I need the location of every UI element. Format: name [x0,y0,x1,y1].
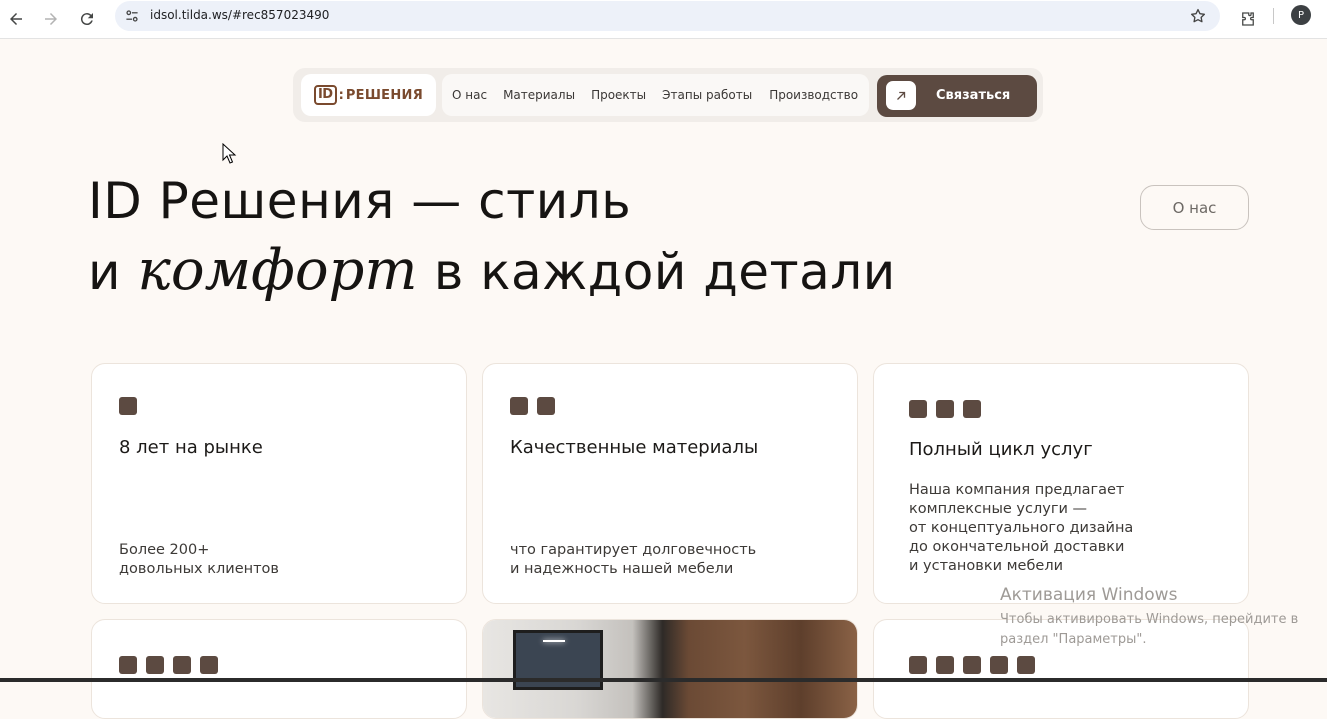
nav-link-materials[interactable]: Материалы [503,88,575,102]
mouse-cursor-icon [222,143,237,164]
windows-activation-line: Чтобы активировать Windows, перейдите в [1000,612,1299,627]
square-marker [909,656,927,674]
card-text-line: Более 200+ [119,542,210,558]
contact-button-label: Связаться [936,88,1011,103]
square-marker [537,397,555,415]
interior-photo-card [482,619,858,719]
card-squares [119,656,218,674]
square-marker [963,400,981,418]
site-navigation: ID : РЕШЕНИЯ О нас Материалы Проекты Эта… [293,68,1043,122]
hero-word-and: и [88,243,121,301]
browser-toolbar: idsol.tilda.ws/#rec857023490 P [0,0,1327,39]
card-text: Более 200+ довольных клиентов [119,541,419,579]
bookmark-star-icon[interactable] [1188,6,1208,26]
profile-avatar[interactable]: P [1291,5,1311,25]
card-text-line: комплексные услуги — [909,501,1087,517]
reload-button[interactable] [74,6,100,32]
card-text-line: и установки мебели [909,558,1064,574]
nav-links: О нас Материалы Проекты Этапы работы Про… [442,74,869,116]
feature-card-materials: Качественные материалы что гарантирует д… [482,363,858,604]
hero-italic-word: комфорт [137,238,418,303]
card-title: Полный цикл услуг [909,439,1093,460]
card-text-line: довольных клиентов [119,561,279,577]
feature-card-row2-1 [91,619,467,719]
reload-icon [80,13,93,26]
address-bar[interactable]: idsol.tilda.ws/#rec857023490 [115,1,1220,31]
extensions-button[interactable] [1235,6,1261,32]
puzzle-icon [1242,12,1254,26]
hero-title-line-2: и комфорт в каждой детали [88,238,896,303]
card-text: что гарантирует долговечность и надежнос… [510,541,810,579]
about-button[interactable]: О нас [1140,185,1249,230]
interior-photo [483,620,857,718]
square-marker [173,656,191,674]
photo-ceiling-light [543,640,565,642]
square-marker [1017,656,1035,674]
card-text-line: от концептуального дизайна [909,520,1134,536]
square-marker [990,656,1008,674]
card-text-line: и надежность нашей мебели [510,561,734,577]
card-text-line: что гарантирует долговечность [510,542,757,558]
taskbar-edge [0,678,1327,682]
logo-id-mark: ID [313,85,337,105]
square-marker [963,656,981,674]
square-marker [119,397,137,415]
hero-title-tail: в каждой детали [433,243,896,301]
square-marker [936,400,954,418]
arrow-right-icon [45,13,57,25]
windows-activation-text: Чтобы активировать Windows, перейдите в … [1000,610,1298,650]
square-marker [936,656,954,674]
feature-card-full-cycle: Полный цикл услуг Наша компания предлага… [873,363,1249,604]
logo-colon: : [338,87,344,103]
nav-link-about[interactable]: О нас [452,88,487,102]
card-squares [119,397,137,415]
site-settings-icon[interactable] [123,7,141,25]
feature-card-years: 8 лет на рынке Более 200+ довольных клие… [91,363,467,604]
card-squares [909,400,981,418]
toolbar-separator [1273,8,1274,24]
url-text[interactable]: idsol.tilda.ws/#rec857023490 [150,8,329,22]
square-marker [200,656,218,674]
card-title: Качественные материалы [510,437,759,458]
windows-activation-line: раздел "Параметры". [1000,632,1147,647]
square-marker [119,656,137,674]
card-text-line: Наша компания предлагает [909,482,1125,498]
nav-link-production[interactable]: Производство [769,88,858,102]
arrow-left-icon [10,13,22,25]
site-logo[interactable]: ID : РЕШЕНИЯ [301,74,436,116]
square-marker [909,400,927,418]
nav-link-stages[interactable]: Этапы работы [662,88,752,102]
card-text: Наша компания предлагает комплексные усл… [909,481,1209,576]
nav-link-projects[interactable]: Проекты [591,88,646,102]
square-marker [146,656,164,674]
contact-button[interactable]: Связаться [877,75,1037,117]
card-squares [510,397,555,415]
square-marker [510,397,528,415]
hero-title-line-1: ID Решения — стиль [88,172,632,230]
logo-wordmark: РЕШЕНИЯ [345,87,424,103]
card-text-line: до окончательной доставки [909,539,1125,555]
back-button[interactable] [3,6,29,32]
windows-activation-title: Активация Windows [1000,585,1178,605]
arrow-up-right-icon [886,81,916,110]
card-title: 8 лет на рынке [119,437,263,458]
forward-button[interactable] [38,6,64,32]
card-squares [909,656,1035,674]
